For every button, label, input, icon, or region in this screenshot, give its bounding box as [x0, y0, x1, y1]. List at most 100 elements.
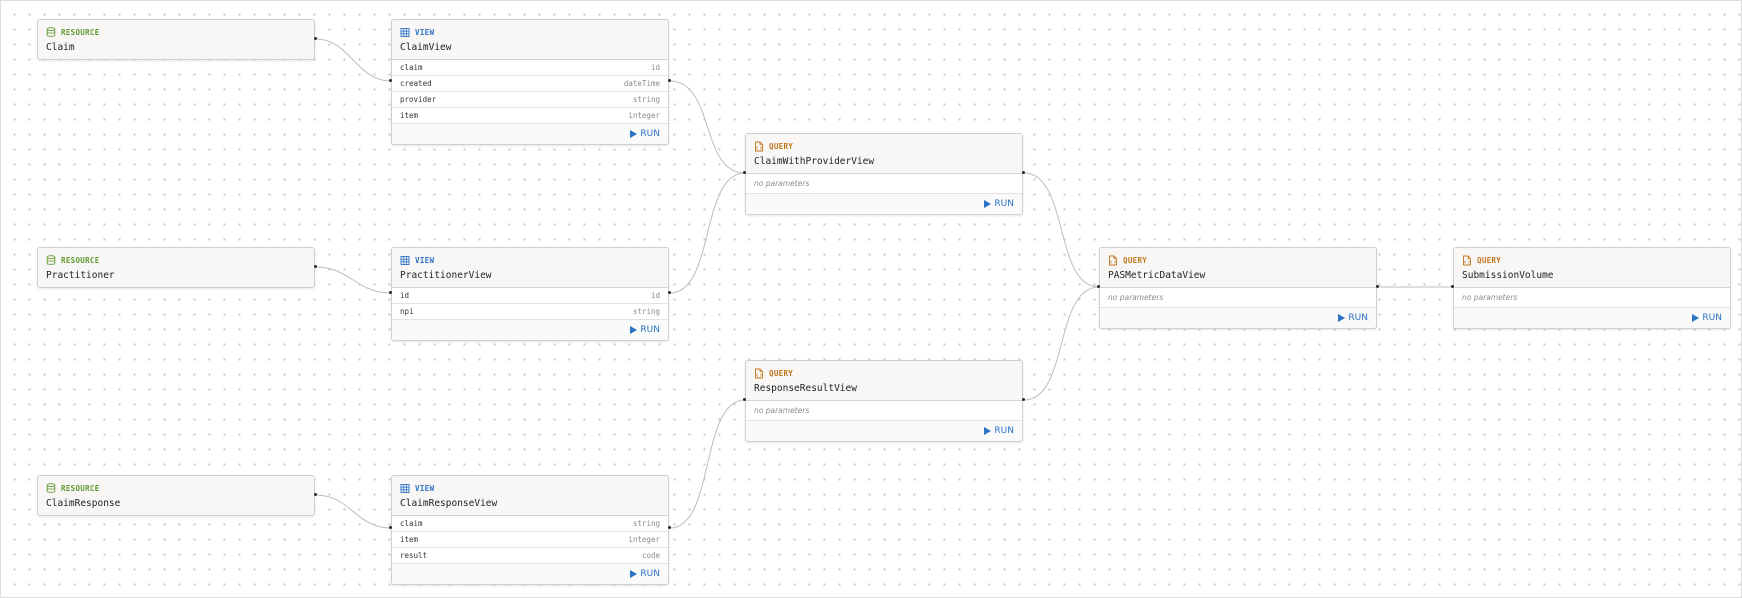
run-button[interactable]: RUN [1338, 313, 1368, 323]
query-file-icon [1109, 255, 1117, 265]
node-title: ClaimResponse [46, 498, 121, 509]
no-parameters-text: no parameters [746, 401, 1022, 421]
edge-claimwithprovider-to-pasmetric [1023, 172, 1100, 288]
node-header: VIEW PractitionerView [392, 248, 668, 288]
view-node-claimresponseview[interactable]: VIEW ClaimResponseView claim string item i… [391, 475, 669, 585]
resource-node-practitioner[interactable]: RESOURCE Practitioner [37, 247, 315, 288]
run-label: RUN [640, 129, 660, 139]
edge-practitioner-to-practitionerview [315, 266, 392, 294]
table-icon [400, 483, 410, 493]
node-footer: RUN [392, 564, 668, 584]
node-type-label: QUERY [769, 368, 794, 378]
output-port[interactable] [314, 37, 317, 40]
field-type: string [632, 307, 660, 316]
query-file-icon [755, 368, 763, 378]
view-node-practitionerview[interactable]: VIEW PractitionerView id id npi string RUN [391, 247, 669, 341]
field-name: created [400, 79, 432, 88]
output-port[interactable] [1022, 398, 1025, 401]
run-label: RUN [1702, 313, 1722, 323]
run-button[interactable]: RUN [1692, 313, 1722, 323]
no-parameters-text: no parameters [1454, 288, 1730, 308]
node-footer: RUN [1454, 308, 1730, 328]
run-button[interactable]: RUN [984, 426, 1014, 436]
node-type-label: QUERY [1123, 255, 1148, 265]
node-header: RESOURCE Claim [38, 20, 314, 59]
node-header: QUERY ClaimWithProviderView [746, 134, 1022, 174]
no-parameters-text: no parameters [1100, 288, 1376, 308]
node-header: QUERY SubmissionVolume [1454, 248, 1730, 288]
input-port[interactable] [389, 526, 392, 529]
view-node-claimview[interactable]: VIEW ClaimView claim id created dateTime p… [391, 19, 669, 145]
node-type-label: VIEW [415, 27, 435, 37]
table-icon [400, 27, 410, 37]
output-port[interactable] [668, 79, 671, 82]
node-title: ResponseResultView [754, 383, 857, 394]
edge-responseresult-to-pasmetric [1023, 286, 1100, 401]
node-footer: RUN [1100, 308, 1376, 328]
field-row: item integer [392, 108, 668, 124]
node-header: VIEW ClaimView [392, 20, 668, 60]
node-title: ClaimResponseView [400, 498, 498, 509]
field-name: provider [400, 95, 437, 104]
output-port[interactable] [314, 493, 317, 496]
edge-claimresponseview-to-responseresult [669, 399, 746, 529]
input-port[interactable] [389, 291, 392, 294]
node-header: RESOURCE Practitioner [38, 248, 314, 287]
resource-node-claimresponse[interactable]: RESOURCE ClaimResponse [37, 475, 315, 516]
output-port[interactable] [668, 291, 671, 294]
database-icon [46, 26, 56, 37]
node-type-label: VIEW [415, 483, 435, 493]
field-name: claim [400, 519, 423, 528]
node-header: QUERY ResponseResultView [746, 361, 1022, 401]
run-label: RUN [994, 426, 1014, 436]
input-port[interactable] [743, 398, 746, 401]
field-type: code [641, 551, 660, 560]
play-icon [630, 326, 638, 334]
node-title: Practitioner [46, 270, 115, 281]
resource-node-claim[interactable]: RESOURCE Claim [37, 19, 315, 60]
query-file-icon [1463, 255, 1471, 265]
query-node-responseresultview[interactable]: QUERY ResponseResultView no parameters R… [745, 360, 1023, 442]
database-icon [46, 482, 56, 493]
query-file-icon [755, 141, 763, 151]
field-row: claim string [392, 516, 668, 532]
node-footer: RUN [392, 320, 668, 340]
field-type: integer [628, 535, 660, 544]
field-name: npi [400, 307, 414, 316]
run-button[interactable]: RUN [630, 129, 660, 139]
node-type-label: QUERY [1477, 255, 1502, 265]
input-port[interactable] [1097, 285, 1100, 288]
field-row: npi string [392, 304, 668, 320]
node-type-label: RESOURCE [61, 483, 100, 493]
run-label: RUN [1348, 313, 1368, 323]
run-button[interactable]: RUN [630, 569, 660, 579]
input-port[interactable] [743, 171, 746, 174]
run-label: RUN [640, 325, 660, 335]
node-footer: RUN [746, 194, 1022, 214]
output-port[interactable] [1376, 285, 1379, 288]
node-title: Claim [46, 42, 75, 53]
field-row: created dateTime [392, 76, 668, 92]
run-button[interactable]: RUN [984, 199, 1014, 209]
field-row: result code [392, 548, 668, 564]
input-port[interactable] [389, 79, 392, 82]
output-port[interactable] [1022, 171, 1025, 174]
query-node-pasmetricdataview[interactable]: QUERY PASMetricDataView no parameters RU… [1099, 247, 1377, 329]
field-row: claim id [392, 60, 668, 76]
node-type-label: RESOURCE [61, 27, 100, 37]
query-node-claimwithproviderview[interactable]: QUERY ClaimWithProviderView no parameter… [745, 133, 1023, 215]
run-button[interactable]: RUN [630, 325, 660, 335]
run-label: RUN [640, 569, 660, 579]
output-port[interactable] [668, 526, 671, 529]
input-port[interactable] [1451, 285, 1454, 288]
edge-claimview-to-claimwithprovider [669, 80, 746, 174]
node-title: ClaimView [400, 42, 452, 53]
output-port[interactable] [314, 265, 317, 268]
play-icon [630, 570, 638, 578]
node-type-label: VIEW [415, 255, 435, 265]
edge-claimresponse-to-claimresponseview [315, 494, 392, 529]
play-icon [1692, 314, 1700, 322]
query-node-submissionvolume[interactable]: QUERY SubmissionVolume no parameters RUN [1453, 247, 1731, 329]
play-icon [630, 130, 638, 138]
field-name: id [400, 291, 410, 300]
